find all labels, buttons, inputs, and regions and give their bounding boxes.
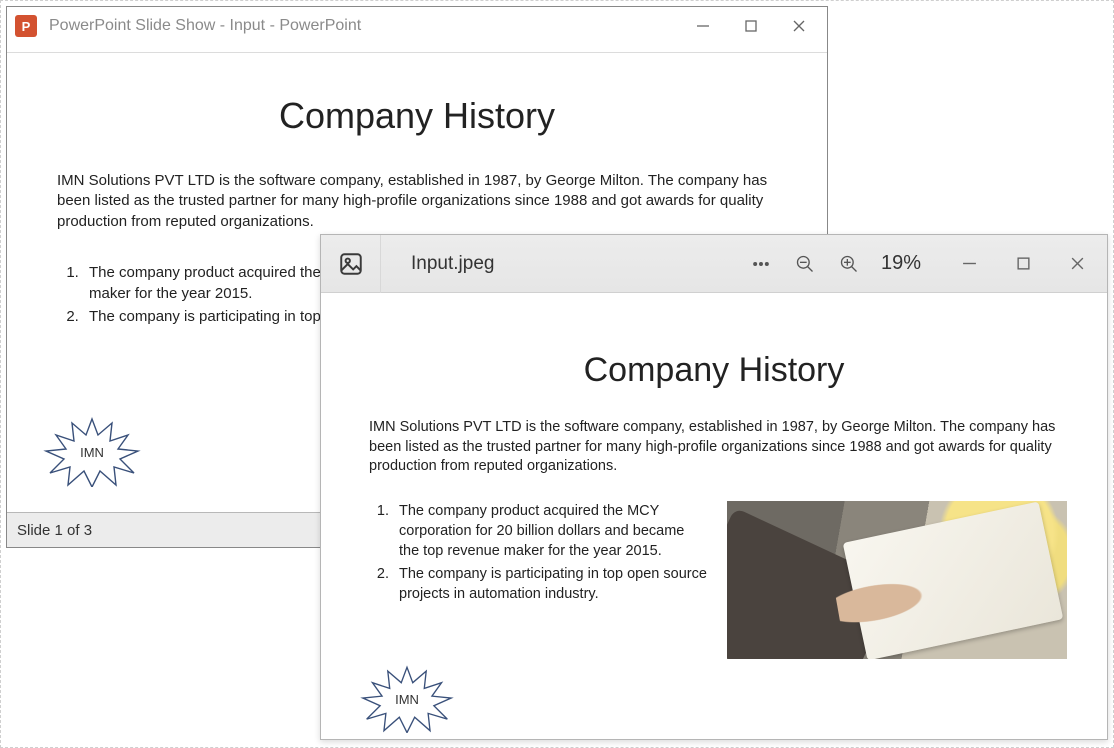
slide-paragraph: IMN Solutions PVT LTD is the software co…	[369, 418, 1067, 477]
list-item: The company is participating in top open…	[393, 564, 707, 605]
viewer-content[interactable]: Company History IMN Solutions PVT LTD is…	[321, 293, 1107, 739]
powerpoint-window-controls	[693, 16, 819, 36]
close-button[interactable]	[1067, 254, 1087, 274]
image-viewer-window: Input.jpeg 19% Company History IMN Solut…	[320, 234, 1108, 740]
powerpoint-logo-icon: P	[15, 15, 37, 37]
content-image	[727, 501, 1067, 659]
minimize-button[interactable]	[959, 254, 979, 274]
starburst-label: IMN	[42, 417, 142, 487]
zoom-out-button[interactable]	[783, 244, 827, 284]
powerpoint-logo-letter: P	[22, 19, 31, 34]
zoom-level: 19%	[881, 252, 921, 275]
viewer-toolbar: Input.jpeg 19%	[321, 235, 1107, 293]
zoom-in-button[interactable]	[827, 244, 871, 284]
slide-numbered-list: The company product acquired the MCY cor…	[369, 501, 707, 659]
starburst-shape: IMN	[359, 665, 455, 733]
maximize-button[interactable]	[1013, 254, 1033, 274]
minimize-button[interactable]	[693, 16, 713, 36]
slide-paragraph: IMN Solutions PVT LTD is the software co…	[57, 171, 785, 232]
list-item: The company product acquired the MCY cor…	[393, 501, 707, 562]
close-button[interactable]	[789, 16, 809, 36]
viewer-filename: Input.jpeg	[411, 253, 611, 275]
viewer-window-controls	[959, 254, 1101, 274]
slide-title: Company History	[7, 95, 827, 137]
maximize-button[interactable]	[741, 16, 761, 36]
more-options-button[interactable]	[739, 244, 783, 284]
image-icon[interactable]	[321, 235, 381, 293]
slide-counter: Slide 1 of 3	[17, 522, 92, 539]
slide-title: Company History	[321, 351, 1107, 390]
powerpoint-title: PowerPoint Slide Show - Input - PowerPoi…	[49, 17, 693, 35]
starburst-shape: IMN	[42, 417, 142, 487]
powerpoint-titlebar[interactable]: P PowerPoint Slide Show - Input - PowerP…	[7, 7, 827, 45]
starburst-label: IMN	[359, 665, 455, 733]
